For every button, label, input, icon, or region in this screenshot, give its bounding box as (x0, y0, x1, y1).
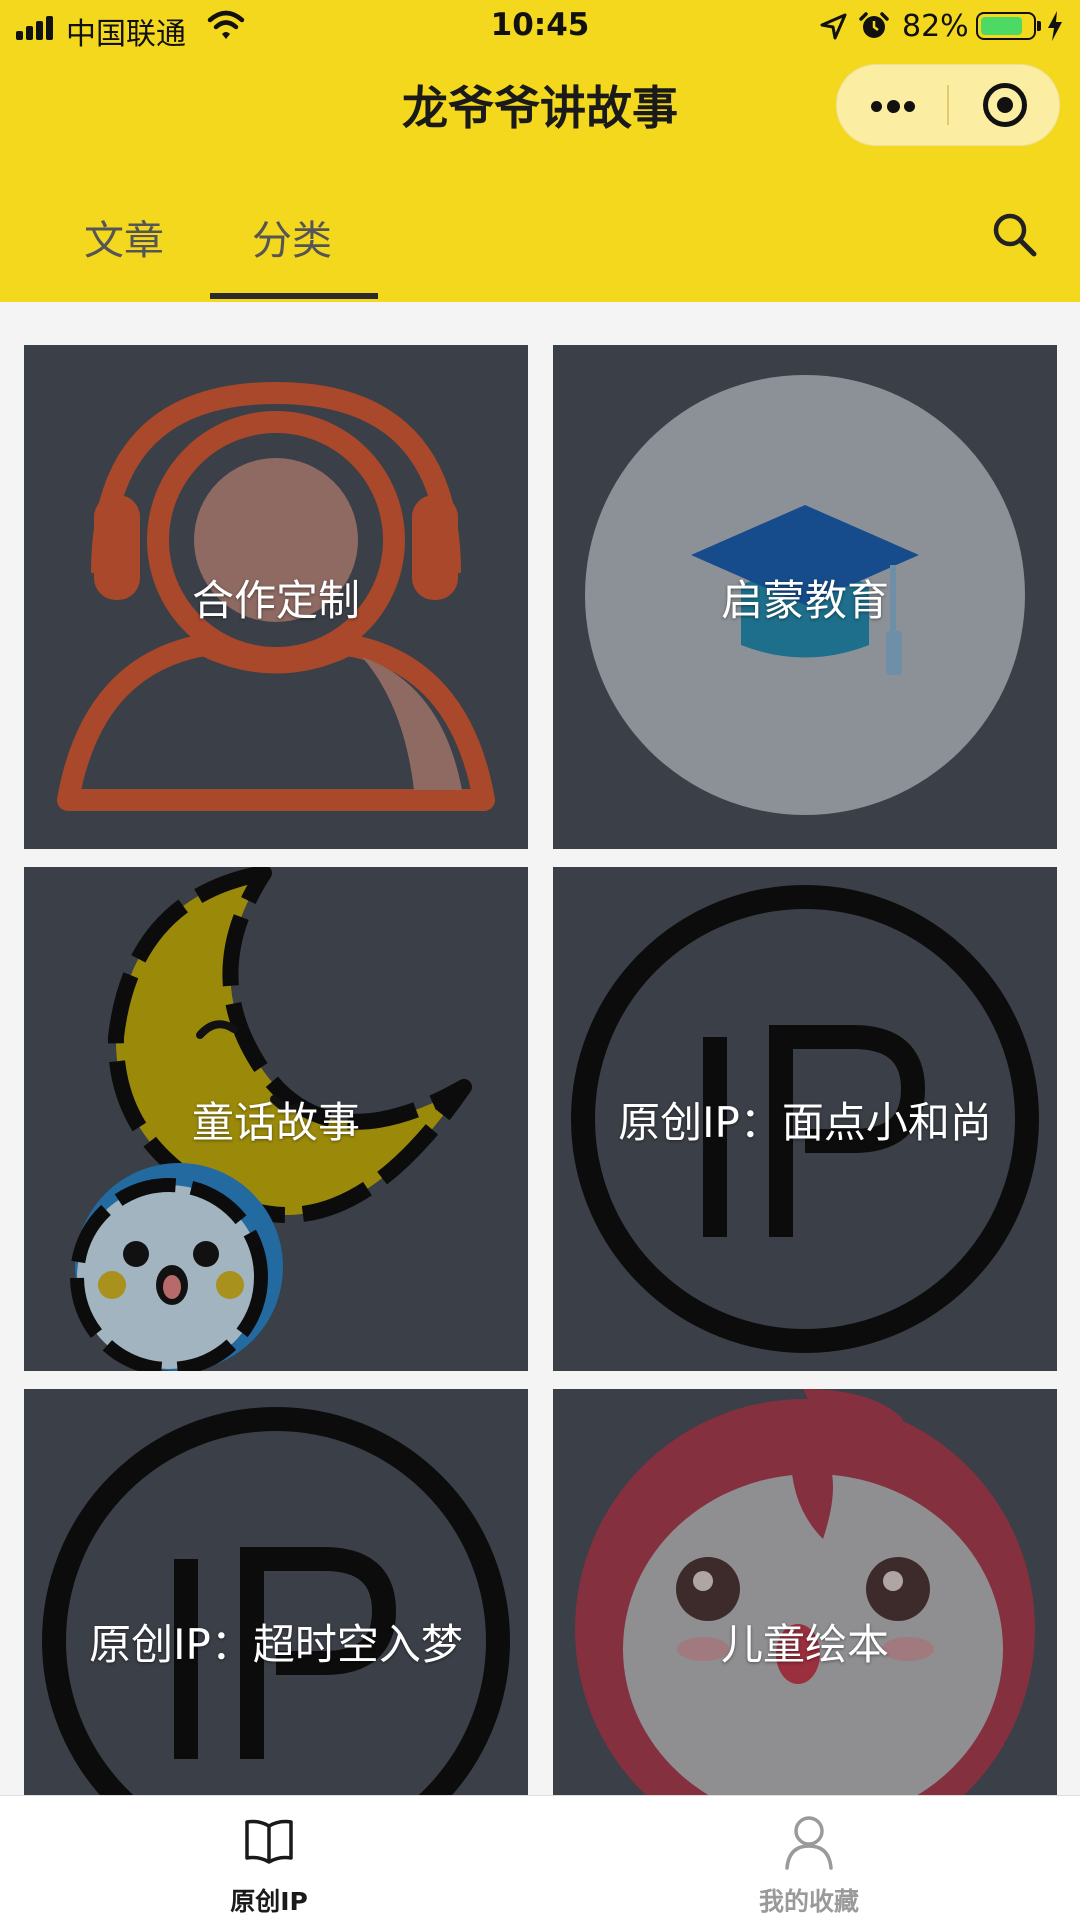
category-card[interactable]: 合作定制 (24, 345, 528, 849)
active-tab-indicator (210, 293, 378, 299)
battery-cap (1037, 21, 1041, 31)
tab-categories[interactable]: 分类 (252, 208, 332, 266)
app-header: 中国联通 10:45 82% 龙爷爷讲故事 文章 分类 (0, 0, 1080, 302)
tabbar-label: 我的收藏 (758, 1887, 859, 1916)
tabbar-label: 原创IP (230, 1887, 308, 1916)
user-icon (785, 1816, 833, 1870)
capsule-divider (947, 85, 949, 125)
category-label: 启蒙教育 (720, 575, 889, 625)
close-icon[interactable] (983, 83, 1027, 127)
battery-percentage: 82% (902, 9, 969, 44)
book-icon (245, 1819, 293, 1864)
category-card[interactable]: 原创IP：面点小和尚 (553, 867, 1057, 1371)
category-card[interactable]: 启蒙教育 (553, 345, 1057, 849)
location-icon (820, 13, 847, 40)
category-card[interactable]: 童话故事 (24, 867, 528, 1371)
category-label: 原创IP：面点小和尚 (618, 1097, 992, 1147)
alarm-icon (859, 12, 889, 38)
charging-icon (1048, 11, 1062, 41)
tab-articles[interactable]: 文章 (84, 208, 164, 266)
category-label: 童话故事 (191, 1097, 360, 1147)
status-bar: 中国联通 10:45 82% (0, 0, 1080, 56)
search-icon[interactable] (990, 210, 1040, 260)
more-icon[interactable] (837, 65, 947, 145)
category-label: 合作定制 (191, 575, 360, 625)
mini-program-capsule (836, 64, 1060, 146)
tabbar-item-original-ip[interactable]: 原创IP (119, 1796, 419, 1921)
battery-icon (976, 12, 1036, 40)
bottom-tab-bar: 原创IP 我的收藏 (0, 1795, 1080, 1921)
tabbar-item-my-favorites[interactable]: 我的收藏 (659, 1796, 959, 1921)
